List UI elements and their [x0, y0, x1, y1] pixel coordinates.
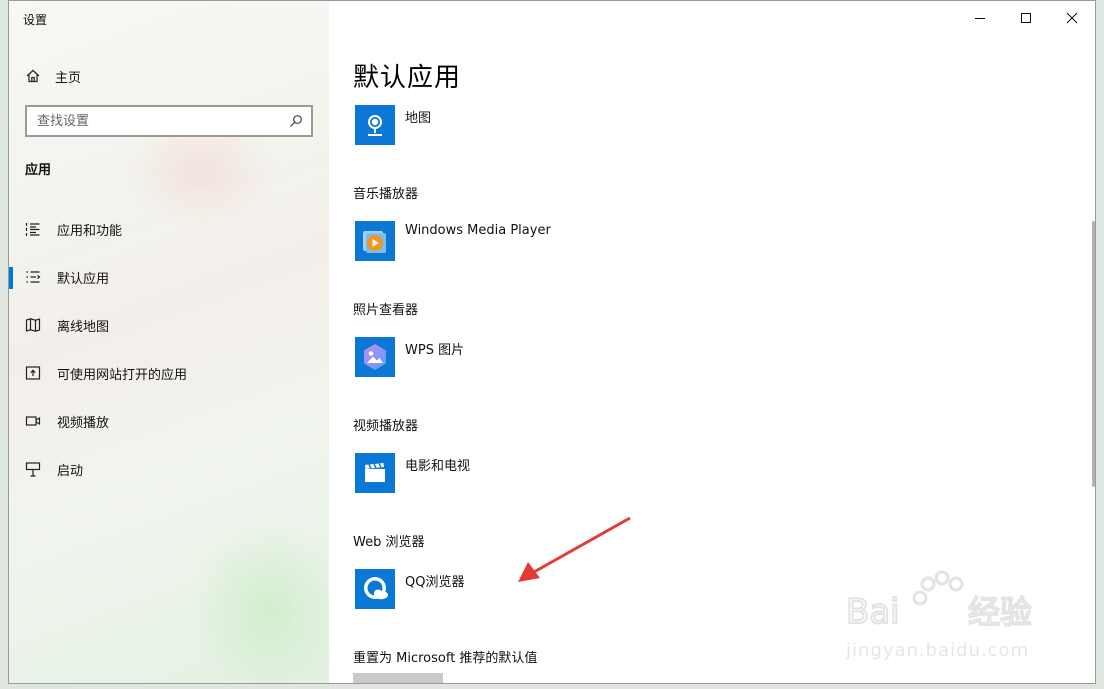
reset-label: 重置为 Microsoft 推荐的默认值	[353, 651, 538, 666]
section-title: 应用	[25, 163, 52, 178]
sidebar-item-video-playback[interactable]: 视频播放	[9, 397, 329, 445]
open-in-app-icon	[25, 366, 41, 380]
category-label: 视频播放器	[353, 419, 419, 434]
wmp-icon	[355, 221, 395, 261]
category-label: 音乐播放器	[353, 187, 419, 202]
sidebar-item-offline-maps[interactable]: 离线地图	[9, 301, 329, 349]
sidebar-item-startup[interactable]: 启动	[9, 445, 329, 493]
qq-browser-icon	[355, 569, 395, 609]
minimize-button[interactable]	[957, 1, 1003, 35]
sidebar-item-label: 可使用网站打开的应用	[57, 367, 188, 383]
sidebar-item-default-apps[interactable]: 默认应用	[9, 253, 329, 301]
sidebar-item-label: 离线地图	[57, 319, 110, 335]
home-label: 主页	[55, 70, 82, 86]
search-input[interactable]	[27, 107, 277, 135]
app-name: 地图	[405, 111, 432, 126]
category-label: 照片查看器	[353, 303, 419, 318]
default-app-browser[interactable]: QQ浏览器	[355, 569, 464, 609]
search-box[interactable]	[25, 105, 313, 137]
default-app-maps[interactable]: 地图	[355, 105, 431, 145]
close-button[interactable]	[1049, 1, 1095, 35]
app-name: 电影和电视	[405, 459, 471, 474]
sidebar-item-label: 应用和功能	[57, 223, 123, 239]
default-app-photos[interactable]: WPS 图片	[355, 337, 464, 377]
sidebar-item-apps-features[interactable]: 应用和功能	[9, 205, 329, 253]
sidebar-item-label: 默认应用	[57, 271, 110, 287]
default-app-music[interactable]: Windows Media Player	[355, 221, 551, 261]
app-name: QQ浏览器	[405, 575, 465, 590]
home-link[interactable]: 主页	[25, 65, 81, 87]
main-content: 默认应用 地图 音乐播放器 Windows Media Player 照片查看器…	[329, 1, 1095, 683]
maximize-button[interactable]	[1003, 1, 1049, 35]
sidebar-nav: 应用和功能 默认应用 离线地图 可使用网站打开的应用 视频播放 启动	[9, 205, 329, 493]
list-icon	[25, 223, 40, 236]
window-title: 设置	[23, 13, 48, 27]
wps-picture-icon	[355, 337, 395, 377]
sidebar-item-apps-for-websites[interactable]: 可使用网站打开的应用	[9, 349, 329, 397]
home-icon	[26, 69, 40, 83]
maximize-icon	[1021, 13, 1031, 23]
minimize-icon	[975, 18, 985, 19]
scrollbar[interactable]	[1089, 35, 1095, 675]
scrollbar-thumb[interactable]	[1092, 221, 1095, 487]
search-icon[interactable]	[289, 114, 303, 128]
startup-icon	[25, 462, 41, 477]
movies-tv-icon	[355, 453, 395, 493]
page-title: 默认应用	[353, 63, 462, 93]
map-icon	[25, 318, 41, 332]
sidebar: 设置 主页 应用 应用和功能	[9, 1, 349, 683]
close-icon	[1066, 12, 1078, 24]
settings-window: 设置 主页 应用 应用和功能	[8, 0, 1096, 684]
video-icon	[25, 416, 41, 426]
category-label: Web 浏览器	[353, 535, 425, 550]
default-apps-icon	[26, 271, 41, 283]
app-name: Windows Media Player	[405, 223, 551, 238]
sidebar-item-label: 启动	[57, 463, 84, 479]
reset-button[interactable]	[353, 673, 443, 683]
maps-app-icon	[355, 105, 395, 145]
default-app-video[interactable]: 电影和电视	[355, 453, 470, 493]
sidebar-item-label: 视频播放	[57, 415, 110, 431]
app-name: WPS 图片	[405, 343, 465, 358]
